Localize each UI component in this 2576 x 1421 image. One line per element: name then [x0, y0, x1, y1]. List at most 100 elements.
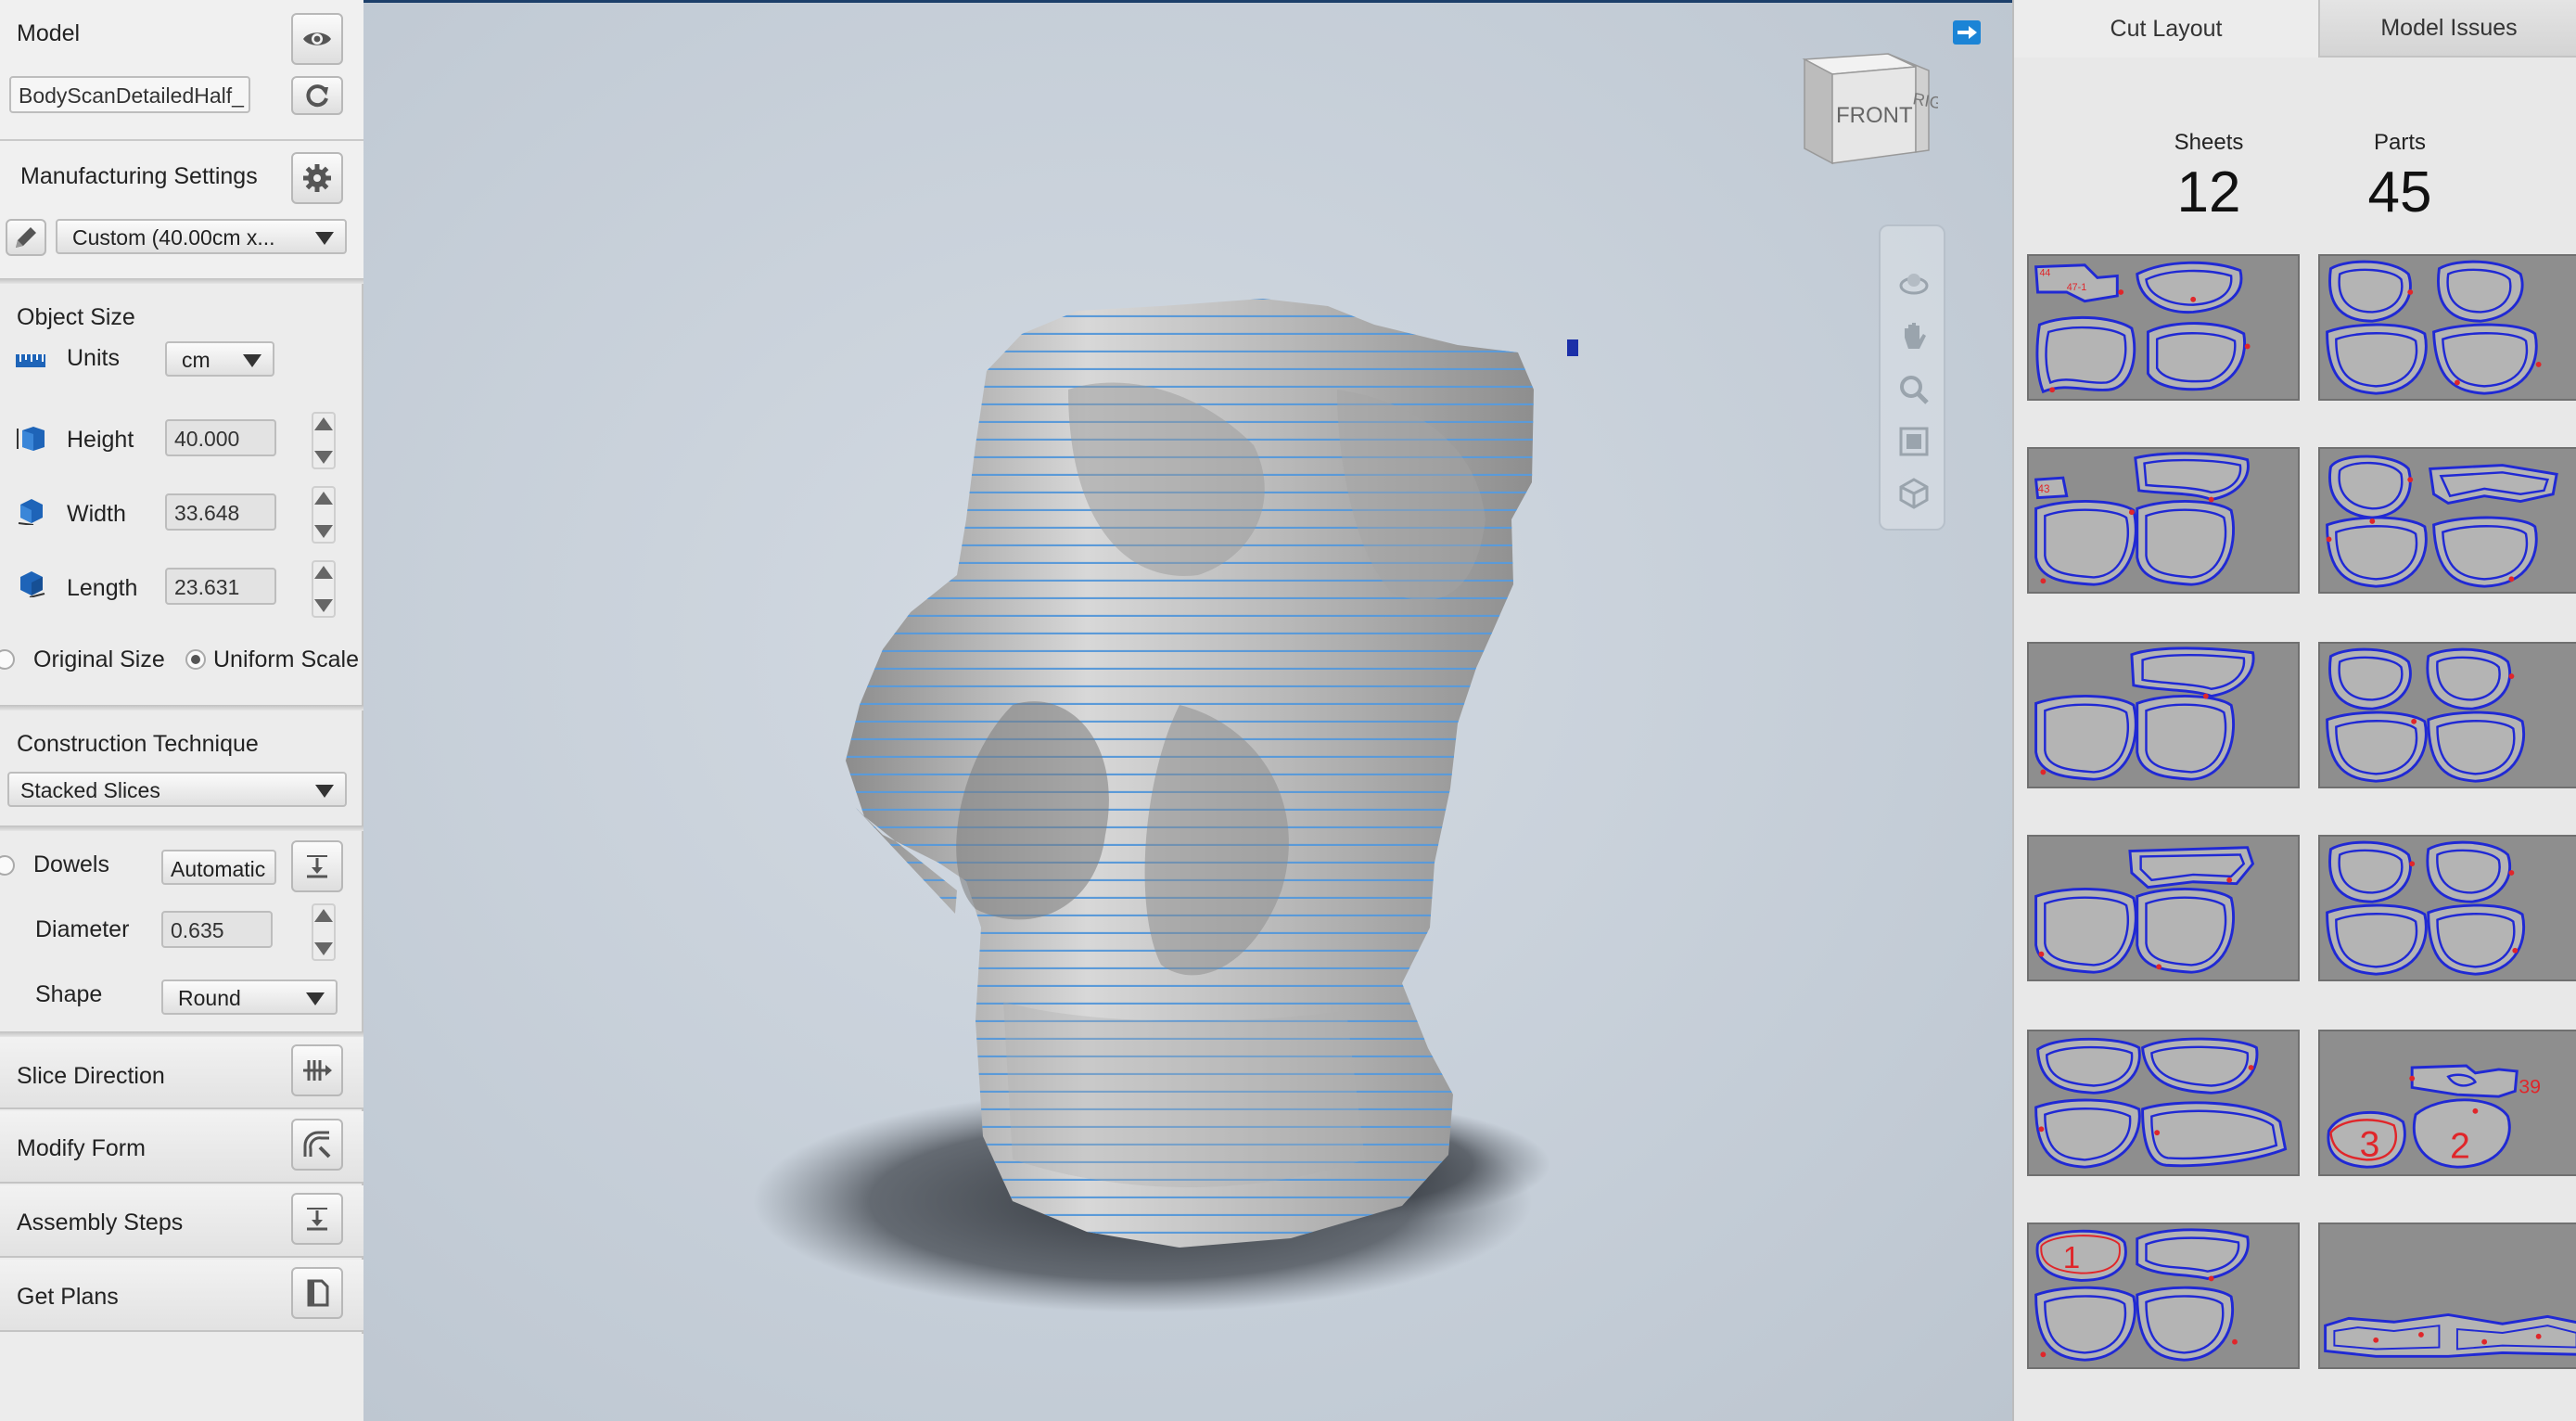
- slice-direction-button[interactable]: [291, 1044, 343, 1096]
- modify-form-label: Modify Form: [17, 1135, 146, 1161]
- tab-model-issues[interactable]: Model Issues: [2320, 0, 2576, 58]
- height-stepper[interactable]: [312, 412, 336, 469]
- chevron-down-icon: [306, 992, 325, 1005]
- assembly-steps-label: Assembly Steps: [17, 1210, 184, 1235]
- units-dropdown-value: cm: [182, 348, 210, 372]
- length-cube-icon: [20, 571, 45, 597]
- height-label: Height: [67, 427, 134, 453]
- height-cube-icon: [17, 427, 45, 451]
- sheet-thumbnail-4[interactable]: [2318, 447, 2576, 594]
- original-size-label: Original Size: [33, 646, 165, 672]
- chevron-down-icon[interactable]: [314, 942, 333, 955]
- manufacturing-dropdown[interactable]: Custom (40.00cm x...: [56, 219, 347, 254]
- pencil-icon: [16, 227, 36, 248]
- divider: [0, 278, 363, 284]
- sheet-thumbnail-7[interactable]: [2027, 835, 2300, 981]
- slice-direction-icon: [303, 1060, 332, 1081]
- uniform-scale-label: Uniform Scale: [213, 646, 359, 672]
- dowels-automatic-button[interactable]: Automatic: [161, 850, 276, 885]
- model-file-field[interactable]: BodyScanDetailedHalf_: [9, 76, 250, 113]
- chevron-up-icon[interactable]: [314, 566, 333, 579]
- divider: [0, 826, 363, 831]
- diameter-label: Diameter: [35, 916, 130, 942]
- units-ruler-icon: [16, 354, 45, 367]
- gear-icon: [303, 164, 331, 192]
- sheet-thumbnail-9[interactable]: [2027, 1030, 2300, 1176]
- manufacturing-settings-label: Manufacturing Settings: [20, 163, 258, 189]
- left-settings-panel: Model BodyScanDetailedHalf_ Manufacturin…: [0, 0, 363, 1421]
- diameter-input[interactable]: 0.635: [161, 911, 273, 948]
- view-cube[interactable]: FRONT RIGHT: [1799, 48, 1938, 169]
- construction-technique-dropdown[interactable]: Stacked Slices: [7, 772, 347, 807]
- units-label: Units: [67, 345, 120, 371]
- home-view-icon[interactable]: [1897, 477, 1931, 510]
- shape-dropdown-value: Round: [178, 986, 241, 1010]
- sheet-thumbnail-11[interactable]: 1: [2027, 1223, 2300, 1369]
- dowels-label: Dowels: [33, 851, 109, 877]
- sliced-body-model[interactable]: [363, 0, 2012, 1421]
- sheet-thumbnail-5[interactable]: [2027, 642, 2300, 788]
- parts-label: Parts: [2373, 130, 2426, 155]
- reload-model-button[interactable]: [291, 76, 343, 115]
- slice-direction-label: Slice Direction: [17, 1063, 165, 1089]
- diameter-stepper[interactable]: [312, 903, 336, 961]
- sheet-thumbnails-grid: 44 47-1 43 3 2 39 1: [2014, 252, 2576, 1421]
- 3d-viewport[interactable]: FRONT RIGHT: [363, 0, 2012, 1421]
- height-input[interactable]: 40.000: [165, 419, 276, 456]
- sheets-label: Sheets: [2174, 130, 2244, 155]
- sheet-thumbnail-8[interactable]: [2318, 835, 2576, 981]
- shape-label: Shape: [35, 981, 103, 1007]
- fit-view-icon[interactable]: [1897, 425, 1931, 458]
- pan-hand-icon[interactable]: [1897, 319, 1931, 352]
- original-size-radio[interactable]: [0, 649, 15, 670]
- cut-layout-panel: Cut Layout Model Issues Sheets 12 Parts …: [2012, 0, 2576, 1421]
- manufacturing-settings-button[interactable]: [291, 152, 343, 204]
- chevron-up-icon[interactable]: [314, 417, 333, 430]
- sheet-thumbnail-1[interactable]: 44 47-1: [2027, 254, 2300, 401]
- length-stepper[interactable]: [312, 560, 336, 618]
- zoom-icon[interactable]: [1897, 373, 1931, 406]
- chevron-down-icon[interactable]: [314, 525, 333, 538]
- sheet-thumbnail-12[interactable]: [2318, 1223, 2576, 1369]
- dowels-radio[interactable]: [0, 855, 15, 876]
- construction-technique-value: Stacked Slices: [20, 778, 160, 802]
- view-cube-front-face[interactable]: FRONT: [1836, 103, 1913, 128]
- assembly-steps-icon: [307, 1208, 327, 1231]
- collapse-panel-button[interactable]: [1953, 20, 1981, 45]
- chevron-up-icon[interactable]: [314, 909, 333, 922]
- parts-count: 45: [2367, 160, 2432, 224]
- length-input[interactable]: 23.631: [165, 568, 276, 605]
- sheet-thumbnail-3[interactable]: 43: [2027, 447, 2300, 594]
- width-stepper[interactable]: [312, 486, 336, 544]
- length-label: Length: [67, 575, 138, 601]
- get-plans-button[interactable]: [291, 1267, 343, 1319]
- assembly-steps-button[interactable]: [291, 1193, 343, 1245]
- chevron-down-icon[interactable]: [314, 599, 333, 612]
- part-label: 3: [2360, 1125, 2380, 1165]
- sheet-thumbnail-6[interactable]: [2318, 642, 2576, 788]
- refresh-icon: [306, 84, 328, 108]
- get-plans-label: Get Plans: [17, 1284, 119, 1310]
- units-dropdown[interactable]: cm: [165, 341, 274, 377]
- shape-dropdown[interactable]: Round: [161, 979, 338, 1015]
- width-input[interactable]: 33.648: [165, 493, 276, 531]
- width-cube-icon: [18, 499, 43, 525]
- chevron-up-icon[interactable]: [314, 492, 333, 505]
- part-label: 39: [2519, 1075, 2541, 1097]
- object-size-label: Object Size: [17, 304, 135, 330]
- part-label: 2: [2450, 1126, 2470, 1166]
- part-label: 43: [2038, 483, 2050, 495]
- edit-manufacturing-button[interactable]: [6, 219, 46, 256]
- sheet-thumbnail-10[interactable]: 3 2 39: [2318, 1030, 2576, 1176]
- orbit-icon[interactable]: [1897, 267, 1931, 301]
- visibility-button[interactable]: [291, 13, 343, 65]
- model-label: Model: [17, 20, 81, 46]
- chevron-down-icon[interactable]: [314, 451, 333, 464]
- modify-form-button[interactable]: [291, 1119, 343, 1171]
- tab-cut-layout[interactable]: Cut Layout: [2014, 0, 2320, 58]
- arrow-right-icon: [1958, 26, 1977, 39]
- construction-technique-label: Construction Technique: [17, 731, 259, 757]
- uniform-scale-radio[interactable]: [185, 649, 206, 670]
- dowels-settings-button[interactable]: [291, 840, 343, 892]
- sheet-thumbnail-2[interactable]: [2318, 254, 2576, 401]
